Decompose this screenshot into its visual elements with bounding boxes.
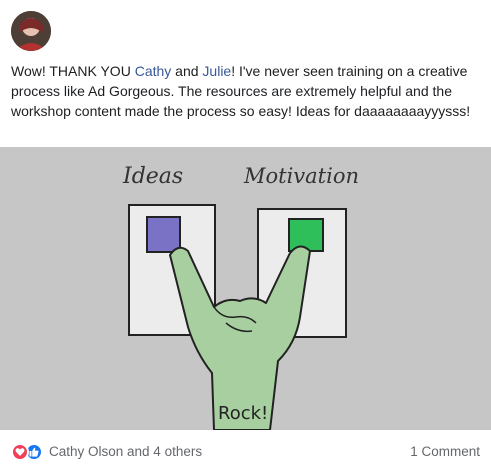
label-ideas: Ideas (122, 164, 183, 189)
comments-count[interactable]: 1 Comment (410, 444, 480, 459)
avatar-photo (11, 11, 51, 51)
post-image[interactable]: Ideas Motivation Rock! (0, 147, 491, 430)
post-text: Wow! THANK YOU Cathy and Julie! I've nev… (11, 61, 481, 121)
mention-cathy[interactable]: Cathy (135, 63, 172, 79)
post-text-part: and (171, 63, 203, 79)
post-footer: Cathy Olson and 4 others 1 Comment (0, 431, 491, 472)
button-purple (146, 216, 181, 253)
label-motivation: Motivation (243, 164, 359, 188)
reaction-icons (11, 442, 43, 461)
avatar[interactable] (11, 11, 51, 51)
love-icon (11, 442, 29, 461)
post-text-part: Wow! THANK YOU (11, 63, 135, 79)
wrist-text: Rock! (218, 403, 268, 424)
rock-hand-illustration: Ideas Motivation Rock! (0, 147, 491, 430)
reaction-summary[interactable]: Cathy Olson and 4 others (49, 444, 202, 459)
mention-julie[interactable]: Julie (202, 63, 231, 79)
reactions-bar[interactable]: Cathy Olson and 4 others (11, 442, 202, 461)
button-green (288, 218, 324, 252)
